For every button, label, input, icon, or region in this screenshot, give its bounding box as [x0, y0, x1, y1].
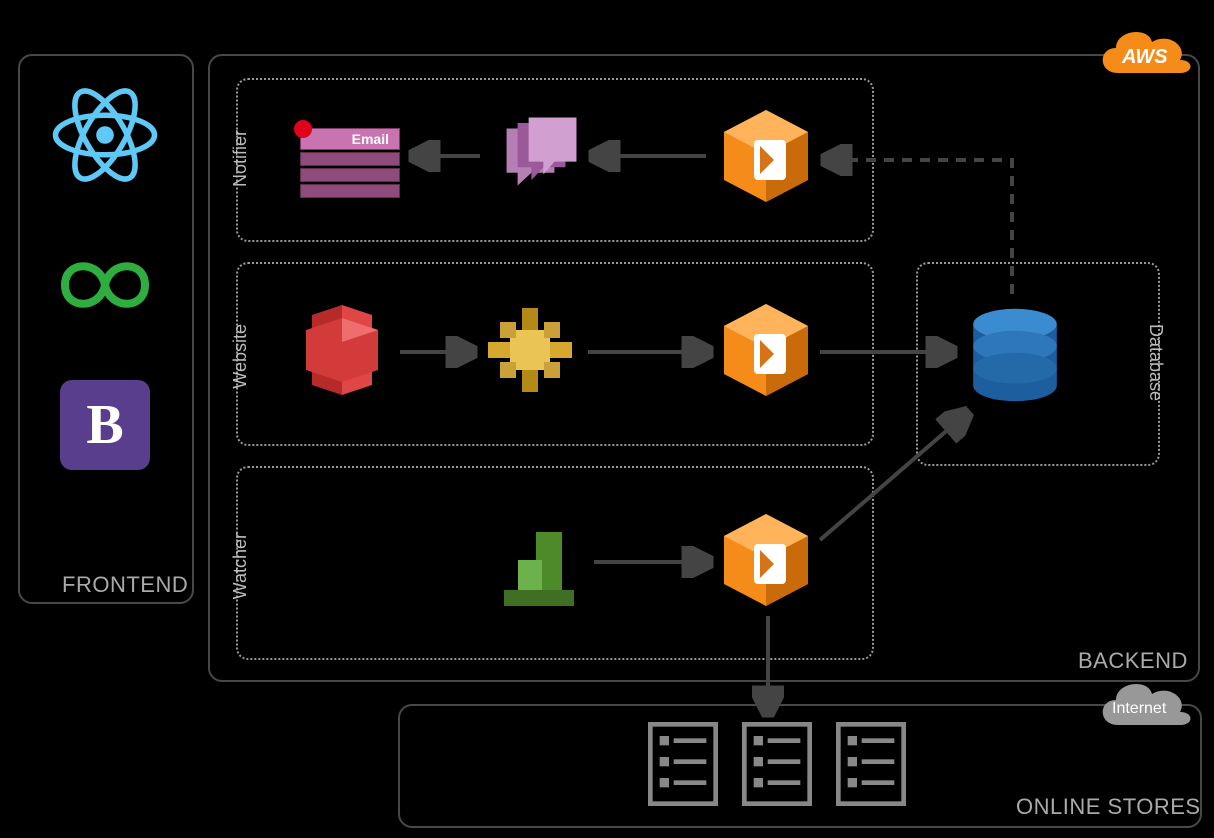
- arrow-watcher-to-db: [820, 414, 966, 540]
- arrows-layer: [0, 0, 1214, 838]
- arrow-db-to-notifier: [826, 160, 1012, 294]
